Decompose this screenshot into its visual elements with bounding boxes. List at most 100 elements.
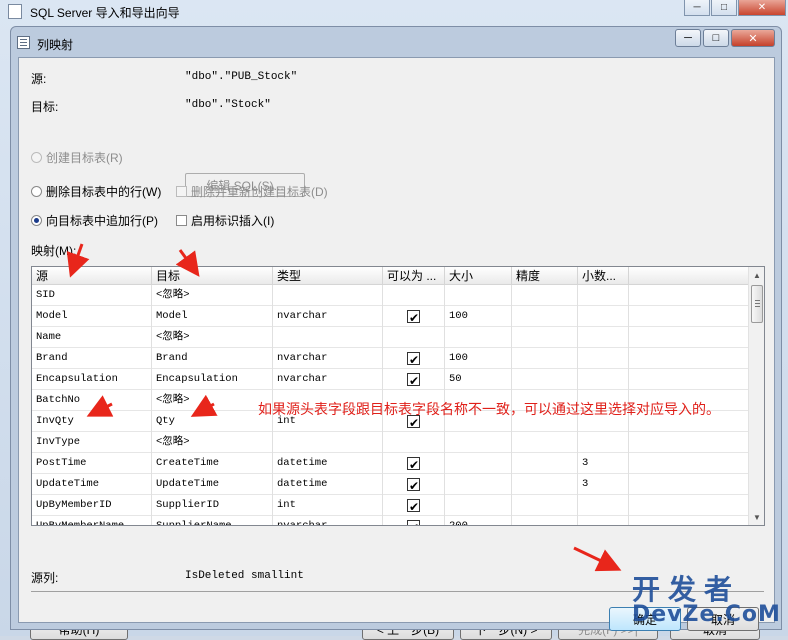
row-nullable-cell[interactable] xyxy=(383,495,445,516)
row-source-cell[interactable]: UpByMemberID xyxy=(32,495,152,516)
row-filler-cell[interactable] xyxy=(629,432,749,453)
row-type-cell[interactable] xyxy=(273,327,383,348)
header-nullable[interactable]: 可以为 ... xyxy=(383,267,445,285)
scroll-thumb[interactable] xyxy=(751,285,763,323)
row-type-cell[interactable] xyxy=(273,285,383,306)
row-size-cell[interactable] xyxy=(445,432,512,453)
append-rows-radio[interactable] xyxy=(31,215,42,226)
row-source-cell[interactable]: Model xyxy=(32,306,152,327)
row-scale-cell[interactable] xyxy=(578,432,629,453)
row-nullable-cell[interactable] xyxy=(383,306,445,327)
row-target-cell[interactable]: Brand xyxy=(152,348,273,369)
row-type-cell[interactable]: nvarchar xyxy=(273,348,383,369)
dialog-maximize-button[interactable]: □ xyxy=(703,29,729,47)
row-scale-cell[interactable] xyxy=(578,327,629,348)
row-source-cell[interactable]: Encapsulation xyxy=(32,369,152,390)
table-row[interactable]: Name <忽略> xyxy=(32,327,749,348)
row-target-cell[interactable]: Encapsulation xyxy=(152,369,273,390)
nullable-checkbox[interactable] xyxy=(407,518,420,525)
dialog-minimize-button[interactable]: ─ xyxy=(675,29,701,47)
row-nullable-cell[interactable] xyxy=(383,327,445,348)
row-size-cell[interactable]: 50 xyxy=(445,369,512,390)
header-type[interactable]: 类型 xyxy=(273,267,383,285)
append-rows-option[interactable]: 向目标表中追加行(P) xyxy=(31,212,158,229)
dialog-close-button[interactable]: ✕ xyxy=(731,29,775,47)
row-target-cell[interactable]: <忽略> xyxy=(152,432,273,453)
row-nullable-cell[interactable] xyxy=(383,453,445,474)
row-target-cell[interactable]: <忽略> xyxy=(152,390,273,411)
row-precision-cell[interactable] xyxy=(512,348,578,369)
row-filler-cell[interactable] xyxy=(629,369,749,390)
row-filler-cell[interactable] xyxy=(629,327,749,348)
row-source-cell[interactable]: PostTime xyxy=(32,453,152,474)
row-filler-cell[interactable] xyxy=(629,516,749,525)
row-filler-cell[interactable] xyxy=(629,474,749,495)
nullable-checkbox[interactable] xyxy=(407,476,420,495)
nullable-checkbox[interactable] xyxy=(407,350,420,369)
row-precision-cell[interactable] xyxy=(512,516,578,525)
row-precision-cell[interactable] xyxy=(512,327,578,348)
header-precision[interactable]: 精度 xyxy=(512,267,578,285)
row-nullable-cell[interactable] xyxy=(383,516,445,525)
table-row[interactable]: PostTimeCreateTimedatetime 3 xyxy=(32,453,749,474)
outer-maximize-button[interactable]: □ xyxy=(711,0,737,16)
row-scale-cell[interactable] xyxy=(578,516,629,525)
table-row[interactable]: UpdateTimeUpdateTimedatetime3 xyxy=(32,474,749,495)
identity-insert-checkbox[interactable] xyxy=(176,215,187,226)
row-source-cell[interactable]: SID xyxy=(32,285,152,306)
row-type-cell[interactable]: nvarchar xyxy=(273,516,383,525)
nullable-checkbox[interactable] xyxy=(407,308,420,327)
row-scale-cell[interactable] xyxy=(578,369,629,390)
header-scale[interactable]: 小数... xyxy=(578,267,629,285)
row-source-cell[interactable]: InvType xyxy=(32,432,152,453)
row-target-cell[interactable]: SupplierName xyxy=(152,516,273,525)
row-source-cell[interactable]: BatchNo xyxy=(32,390,152,411)
row-target-cell[interactable]: Model xyxy=(152,306,273,327)
row-source-cell[interactable]: InvQty xyxy=(32,411,152,432)
table-row[interactable]: ModelModelnvarchar100 xyxy=(32,306,749,327)
row-precision-cell[interactable] xyxy=(512,453,578,474)
outer-minimize-button[interactable]: ─ xyxy=(684,0,710,16)
row-filler-cell[interactable] xyxy=(629,453,749,474)
row-filler-cell[interactable] xyxy=(629,285,749,306)
row-nullable-cell[interactable] xyxy=(383,285,445,306)
drop-recreate-checkbox[interactable] xyxy=(176,186,187,197)
row-precision-cell[interactable] xyxy=(512,474,578,495)
table-row[interactable]: EncapsulationEncapsulationnvarchar50 xyxy=(32,369,749,390)
row-size-cell[interactable] xyxy=(445,495,512,516)
row-source-cell[interactable]: Name xyxy=(32,327,152,348)
row-size-cell[interactable] xyxy=(445,453,512,474)
row-nullable-cell[interactable] xyxy=(383,348,445,369)
row-size-cell[interactable] xyxy=(445,474,512,495)
create-target-table-radio[interactable] xyxy=(31,152,42,163)
nullable-checkbox[interactable] xyxy=(407,455,420,474)
create-target-table-option[interactable]: 创建目标表(R) xyxy=(31,149,123,166)
row-filler-cell[interactable] xyxy=(629,306,749,327)
table-row[interactable]: InvType <忽略> xyxy=(32,432,749,453)
row-precision-cell[interactable] xyxy=(512,285,578,306)
row-precision-cell[interactable] xyxy=(512,369,578,390)
grid-vertical-scrollbar[interactable]: ▲ ▼ xyxy=(748,267,764,525)
table-row[interactable]: UpByMemberID SupplierID int xyxy=(32,495,749,516)
row-nullable-cell[interactable] xyxy=(383,369,445,390)
row-filler-cell[interactable] xyxy=(629,495,749,516)
row-target-cell[interactable]: CreateTime xyxy=(152,453,273,474)
row-scale-cell[interactable]: 3 xyxy=(578,474,629,495)
row-source-cell[interactable]: UpdateTime xyxy=(32,474,152,495)
row-scale-cell[interactable] xyxy=(578,348,629,369)
delete-rows-option[interactable]: 删除目标表中的行(W) xyxy=(31,183,161,200)
identity-insert-option[interactable]: 启用标识插入(I) xyxy=(176,212,274,229)
row-type-cell[interactable]: datetime xyxy=(273,453,383,474)
row-size-cell[interactable] xyxy=(445,285,512,306)
header-size[interactable]: 大小 xyxy=(445,267,512,285)
row-size-cell[interactable] xyxy=(445,327,512,348)
row-size-cell[interactable]: 200 xyxy=(445,516,512,525)
row-type-cell[interactable]: int xyxy=(273,495,383,516)
row-target-cell[interactable]: <忽略> xyxy=(152,285,273,306)
row-precision-cell[interactable] xyxy=(512,495,578,516)
scroll-down-arrow-icon[interactable]: ▼ xyxy=(749,509,764,525)
row-source-cell[interactable]: UpByMemberName xyxy=(32,516,152,525)
row-scale-cell[interactable] xyxy=(578,495,629,516)
row-scale-cell[interactable] xyxy=(578,306,629,327)
row-target-cell[interactable]: <忽略> xyxy=(152,327,273,348)
